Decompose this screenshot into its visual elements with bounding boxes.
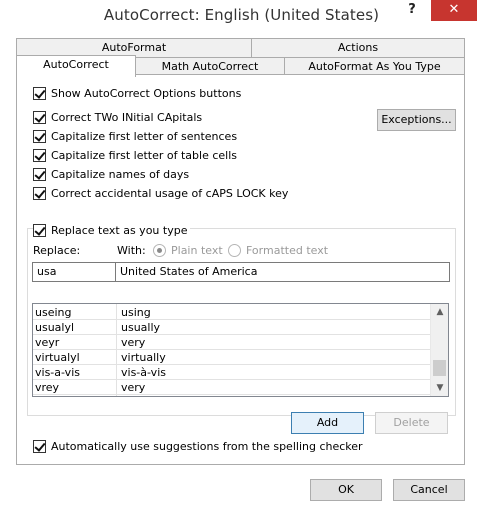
entry-with: very xyxy=(121,336,146,349)
cap-days-row[interactable]: Capitalize names of days xyxy=(33,166,189,182)
help-button[interactable]: ? xyxy=(402,2,422,22)
delete-button[interactable]: Delete xyxy=(375,412,448,434)
cap-sentences-label: Capitalize first letter of sentences xyxy=(51,129,238,143)
caps-lock-label: Correct accidental usage of cAPS LOCK ke… xyxy=(51,186,289,200)
list-item[interactable]: usualyl usually xyxy=(33,320,430,335)
entry-with: very xyxy=(121,381,146,394)
list-item[interactable]: veyr very xyxy=(33,335,430,350)
two-initial-caps-row[interactable]: Correct TWo INitial CApitals xyxy=(33,109,202,125)
caps-lock-checkbox[interactable] xyxy=(33,186,46,200)
column-divider xyxy=(116,304,117,396)
add-button[interactable]: Add xyxy=(291,412,364,434)
replace-as-you-type-checkbox[interactable] xyxy=(33,223,46,237)
exceptions-button[interactable]: Exceptions... xyxy=(377,109,456,131)
list-item[interactable]: virtualyl virtually xyxy=(33,350,430,365)
title-bar: AutoCorrect: English (United States) ? ✕ xyxy=(0,0,483,30)
entry-with: usually xyxy=(121,321,161,334)
cancel-button[interactable]: Cancel xyxy=(393,479,465,501)
entry-with: vis-à-vis xyxy=(121,366,166,379)
entry-replace: veyr xyxy=(35,336,60,349)
entry-replace: useing xyxy=(35,306,72,319)
cap-table-cells-checkbox[interactable] xyxy=(33,148,46,162)
chevron-down-icon[interactable]: ▼ xyxy=(431,380,448,396)
cap-table-cells-row[interactable]: Capitalize first letter of table cells xyxy=(33,147,237,163)
entry-with: virtually xyxy=(121,351,166,364)
show-options-label: Show AutoCorrect Options buttons xyxy=(51,86,242,100)
list-item[interactable]: useing using xyxy=(33,305,430,320)
with-label: With: xyxy=(117,244,146,257)
spelling-suggestions-label: Automatically use suggestions from the s… xyxy=(51,439,363,453)
spelling-suggestions-row[interactable]: Automatically use suggestions from the s… xyxy=(33,438,363,454)
entry-with: using xyxy=(121,306,151,319)
entry-replace: vrey xyxy=(35,381,60,394)
caps-lock-row[interactable]: Correct accidental usage of cAPS LOCK ke… xyxy=(33,185,288,201)
close-button[interactable]: ✕ xyxy=(431,0,477,21)
cap-days-checkbox[interactable] xyxy=(33,167,46,181)
two-initial-caps-checkbox[interactable] xyxy=(33,110,46,124)
replace-label: Replace: xyxy=(33,244,81,257)
formatted-text-radio[interactable]: Formatted text xyxy=(228,244,328,257)
formatted-text-radio-dot[interactable] xyxy=(228,244,241,257)
plain-text-label: Plain text xyxy=(171,244,223,257)
cap-table-cells-label: Capitalize first letter of table cells xyxy=(51,148,238,162)
chevron-up-icon[interactable]: ▲ xyxy=(431,304,448,320)
show-options-checkbox[interactable] xyxy=(33,86,46,100)
two-initial-caps-label: Correct TWo INitial CApitals xyxy=(51,110,203,124)
cap-sentences-row[interactable]: Capitalize first letter of sentences xyxy=(33,128,237,144)
ok-button[interactable]: OK xyxy=(310,479,382,501)
plain-text-radio[interactable]: Plain text xyxy=(153,244,223,257)
entry-replace: vis-a-vis xyxy=(35,366,80,379)
close-icon: ✕ xyxy=(448,2,460,17)
replace-input[interactable]: usa xyxy=(32,262,116,282)
tab-autocorrect[interactable]: AutoCorrect xyxy=(16,55,136,77)
plain-text-radio-dot[interactable] xyxy=(153,244,166,257)
tab-actions[interactable]: Actions xyxy=(251,38,465,58)
entry-replace: virtualyl xyxy=(35,351,80,364)
replace-as-you-type-label: Replace text as you type xyxy=(51,223,188,237)
entry-replace: usualyl xyxy=(35,321,75,334)
list-item[interactable]: vrey very xyxy=(33,380,430,395)
formatted-text-label: Formatted text xyxy=(246,244,329,257)
scrollbar-thumb[interactable] xyxy=(433,360,446,376)
cap-days-label: Capitalize names of days xyxy=(51,167,190,181)
list-scrollbar[interactable]: ▲ ▼ xyxy=(430,304,448,396)
spelling-suggestions-checkbox[interactable] xyxy=(33,439,46,453)
cap-sentences-checkbox[interactable] xyxy=(33,129,46,143)
list-item[interactable]: vis-a-vis vis-à-vis xyxy=(33,365,430,380)
autocorrect-entries-list[interactable]: useing using usualyl usually veyr very v… xyxy=(32,303,449,397)
with-input[interactable]: United States of America xyxy=(115,262,450,282)
replace-as-you-type-row[interactable]: Replace text as you type xyxy=(33,222,191,238)
show-options-buttons-row[interactable]: Show AutoCorrect Options buttons xyxy=(33,85,241,101)
